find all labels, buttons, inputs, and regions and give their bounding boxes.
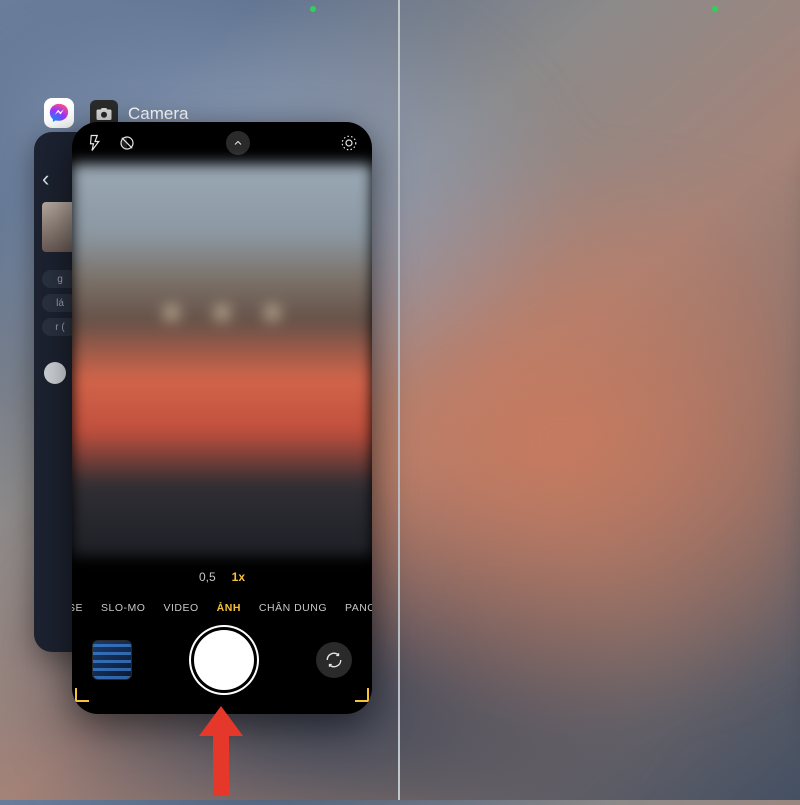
mode-video[interactable]: VIDEO <box>163 602 198 614</box>
focus-corner-icon <box>75 688 89 702</box>
flash-icon[interactable] <box>86 134 104 152</box>
messenger-app-icon[interactable] <box>44 98 74 128</box>
mode-timelapse[interactable]: SE <box>72 602 83 614</box>
back-chevron-icon[interactable]: ‹ <box>42 166 49 192</box>
last-photo-thumbnail[interactable] <box>92 640 132 680</box>
mode-pano[interactable]: PANO <box>345 602 372 614</box>
shutter-button[interactable] <box>194 630 254 690</box>
avatar <box>44 362 66 384</box>
flip-camera-button[interactable] <box>316 642 352 678</box>
switcher-card-camera[interactable]: 0,5 1x SE SLO-MO VIDEO ẢNH CHÂN DUNG PAN… <box>72 122 372 714</box>
panel-left: Camera ‹ g lá r ( 0,5 1x SE SLO-MO VIDEO <box>0 0 400 800</box>
focus-corner-icon <box>355 688 369 702</box>
live-photo-icon[interactable] <box>340 134 358 152</box>
mode-portrait[interactable]: CHÂN DUNG <box>259 602 327 614</box>
chevron-up-icon[interactable] <box>226 131 250 155</box>
camera-shutter-row <box>72 628 372 692</box>
zoom-selector[interactable]: 0,5 1x <box>72 570 372 584</box>
mode-photo[interactable]: ẢNH <box>217 602 241 614</box>
camera-mode-row[interactable]: SE SLO-MO VIDEO ẢNH CHÂN DUNG PANO <box>72 602 372 614</box>
zoom-main[interactable]: 1x <box>232 570 245 584</box>
zoom-wide[interactable]: 0,5 <box>199 570 216 584</box>
camera-indicator-dot <box>712 6 718 12</box>
night-mode-icon[interactable] <box>118 134 136 152</box>
camera-indicator-dot <box>310 6 316 12</box>
annotation-arrow-up <box>193 700 249 800</box>
mode-slomo[interactable]: SLO-MO <box>101 602 145 614</box>
panel-right: Zalo ‹ Đã gửi › ☺ Aa 😊 🤍 0,5 1x SE <box>400 0 800 800</box>
camera-top-bar <box>72 122 372 164</box>
switcher-app-label: Camera <box>128 104 188 124</box>
camera-viewfinder[interactable] <box>72 164 372 556</box>
